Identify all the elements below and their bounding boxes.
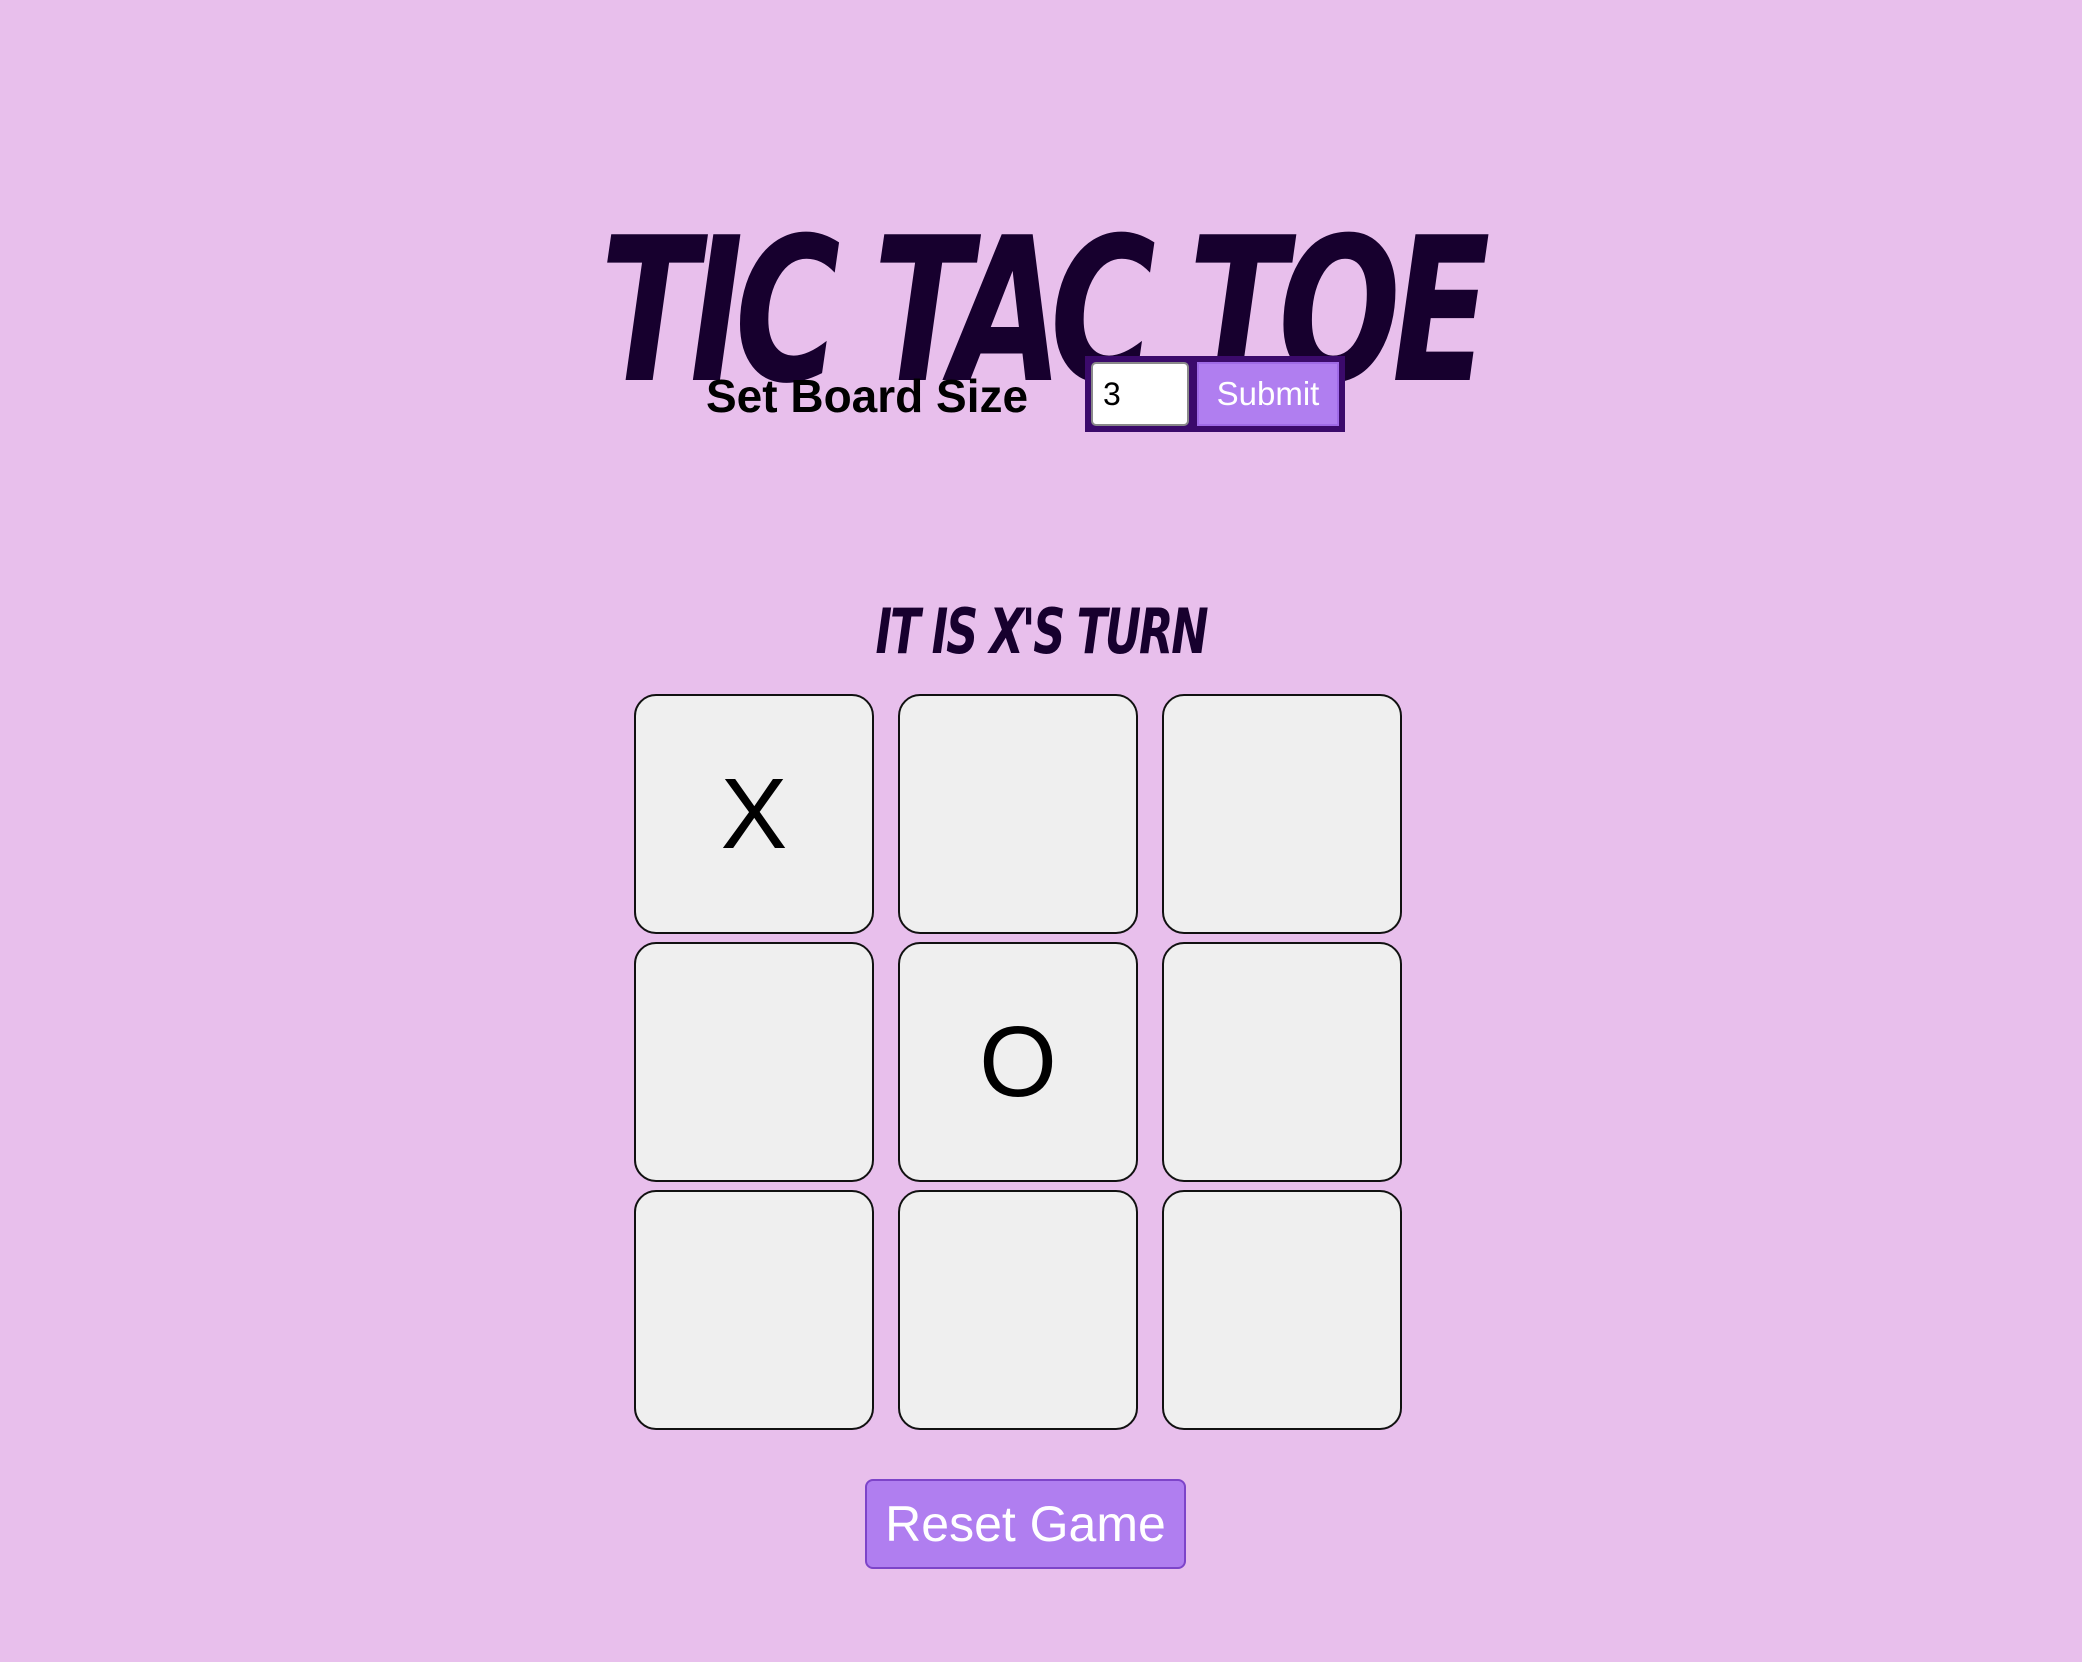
board-size-form: Submit — [1085, 356, 1345, 432]
board-cell[interactable] — [634, 942, 874, 1182]
board-cell[interactable] — [1162, 1190, 1402, 1430]
reset-game-button[interactable]: Reset Game — [865, 1479, 1186, 1569]
game-board: X O — [634, 694, 1402, 1430]
submit-button[interactable]: Submit — [1197, 362, 1339, 426]
board-cell[interactable]: X — [634, 694, 874, 934]
board-cell[interactable] — [898, 1190, 1138, 1430]
board-cell[interactable] — [1162, 942, 1402, 1182]
board-cell[interactable]: O — [898, 942, 1138, 1182]
board-size-input[interactable] — [1091, 362, 1189, 426]
board-size-label: Set Board Size — [706, 370, 1029, 422]
page-title: Tic Tac Toe — [600, 195, 1490, 428]
board-cell[interactable] — [634, 1190, 874, 1430]
board-cell[interactable] — [1162, 694, 1402, 934]
board-cell[interactable] — [898, 694, 1138, 934]
turn-status: It is X's turn — [875, 595, 1209, 669]
